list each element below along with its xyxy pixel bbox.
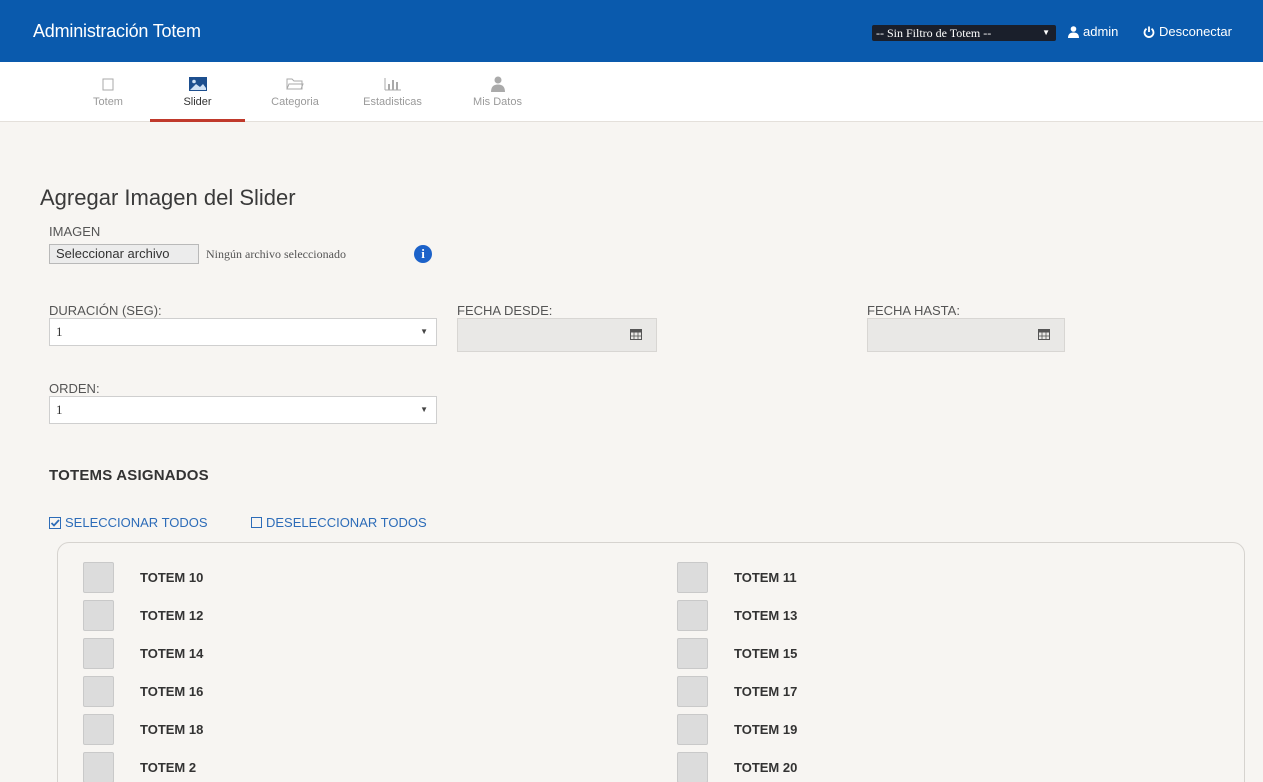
nav-tabs: Totem Slider Categoria Estadisticas Mis … (0, 62, 1263, 122)
tab-label: Estadisticas (363, 96, 422, 108)
select-all-link[interactable]: SELECCIONAR TODOS (49, 515, 208, 530)
orden-select[interactable]: 1 ▼ (49, 396, 437, 424)
totem-name: TOTEM 11 (734, 570, 797, 585)
totem-filter-select[interactable]: -- Sin Filtro de Totem -- ▼ (872, 25, 1056, 41)
fecha-desde-label: FECHA DESDE: (457, 303, 553, 318)
user-menu[interactable]: admin (1068, 24, 1118, 39)
bar-chart-icon (384, 78, 401, 91)
totem-name: TOTEM 19 (734, 722, 798, 737)
tab-totem[interactable]: Totem (78, 62, 138, 122)
totems-section-title: TOTEMS ASIGNADOS (49, 467, 209, 484)
user-name: admin (1083, 24, 1119, 39)
fecha-hasta-input[interactable] (867, 318, 1065, 352)
totem-item[interactable]: TOTEM 2 (83, 752, 196, 782)
orden-label: ORDEN: (49, 381, 100, 396)
duracion-value: 1 (56, 324, 63, 339)
logout-label: Desconectar (1159, 24, 1232, 39)
tab-mis-datos[interactable]: Mis Datos (450, 62, 545, 122)
totem-item[interactable]: TOTEM 12 (83, 600, 203, 631)
calendar-icon[interactable] (630, 328, 642, 340)
totem-item[interactable]: TOTEM 14 (83, 638, 203, 669)
totem-name: TOTEM 13 (734, 608, 798, 623)
totem-name: TOTEM 10 (140, 570, 204, 585)
select-all-label: SELECCIONAR TODOS (65, 515, 208, 530)
top-bar: Administración Totem -- Sin Filtro de To… (0, 0, 1263, 62)
page-title: Agregar Imagen del Slider (40, 185, 296, 210)
totem-item[interactable]: TOTEM 13 (677, 600, 797, 631)
totem-item[interactable]: TOTEM 11 (677, 562, 797, 593)
totem-checkbox[interactable] (677, 562, 708, 593)
file-select-button[interactable]: Seleccionar archivo (49, 244, 199, 264)
totem-checkbox[interactable] (677, 752, 708, 782)
totem-item[interactable]: TOTEM 20 (677, 752, 797, 782)
square-icon (102, 78, 114, 91)
tab-label: Totem (93, 96, 123, 108)
orden-value: 1 (56, 402, 63, 417)
totem-item[interactable]: TOTEM 19 (677, 714, 797, 745)
fecha-desde-input[interactable] (457, 318, 657, 352)
totem-checkbox[interactable] (83, 714, 114, 745)
totem-name: TOTEM 14 (140, 646, 204, 661)
calendar-icon[interactable] (1038, 328, 1050, 340)
totem-checkbox[interactable] (677, 714, 708, 745)
chevron-down-icon: ▼ (420, 327, 428, 336)
user-icon (1068, 25, 1079, 38)
tab-label: Mis Datos (473, 96, 522, 108)
totem-name: TOTEM 12 (140, 608, 204, 623)
tab-estadisticas[interactable]: Estadisticas (345, 62, 440, 122)
fecha-hasta-label: FECHA HASTA: (867, 303, 960, 318)
totem-checkbox[interactable] (83, 676, 114, 707)
totem-name: TOTEM 18 (140, 722, 204, 737)
tab-label: Categoria (271, 96, 319, 108)
totem-name: TOTEM 2 (140, 760, 197, 775)
tab-categoria[interactable]: Categoria (255, 62, 335, 122)
imagen-label: IMAGEN (49, 224, 101, 239)
totem-checkbox[interactable] (83, 638, 114, 669)
totem-name: TOTEM 17 (734, 684, 798, 699)
checkbox-empty-icon (251, 517, 262, 528)
totem-checkbox[interactable] (83, 562, 114, 593)
checkbox-checked-icon (49, 516, 61, 529)
user-icon (490, 76, 505, 92)
power-icon (1143, 26, 1155, 38)
totem-checkbox[interactable] (83, 752, 114, 782)
totem-checkbox[interactable] (677, 676, 708, 707)
totems-list (57, 542, 1245, 782)
tab-slider[interactable]: Slider (150, 62, 245, 122)
file-status-text: Ningún archivo seleccionado (206, 247, 346, 261)
totem-item[interactable]: TOTEM 16 (83, 676, 203, 707)
totem-item[interactable]: TOTEM 10 (83, 562, 203, 593)
info-icon[interactable]: i (414, 245, 432, 263)
totem-checkbox[interactable] (677, 638, 708, 669)
totem-item[interactable]: TOTEM 18 (83, 714, 203, 745)
totem-item[interactable]: TOTEM 17 (677, 676, 797, 707)
app-title[interactable]: Administración Totem (33, 21, 201, 42)
totem-checkbox[interactable] (677, 600, 708, 631)
duracion-select[interactable]: 1 ▼ (49, 318, 437, 346)
tab-label: Slider (183, 96, 212, 108)
folder-icon (286, 78, 304, 90)
totem-name: TOTEM 16 (140, 684, 204, 699)
totem-item[interactable]: TOTEM 15 (677, 638, 797, 669)
deselect-all-link[interactable]: DESELECCIONAR TODOS (251, 515, 427, 530)
totem-filter-value: -- Sin Filtro de Totem -- (876, 26, 992, 40)
chevron-down-icon: ▼ (1042, 28, 1050, 37)
totem-checkbox[interactable] (83, 600, 114, 631)
totem-name: TOTEM 20 (734, 760, 798, 775)
image-icon (188, 77, 207, 91)
chevron-down-icon: ▼ (420, 405, 428, 414)
logout-button[interactable]: Desconectar (1143, 24, 1232, 39)
totem-name: TOTEM 15 (734, 646, 798, 661)
deselect-all-label: DESELECCIONAR TODOS (266, 515, 427, 530)
duracion-label: DURACIÓN (SEG): (49, 303, 162, 318)
